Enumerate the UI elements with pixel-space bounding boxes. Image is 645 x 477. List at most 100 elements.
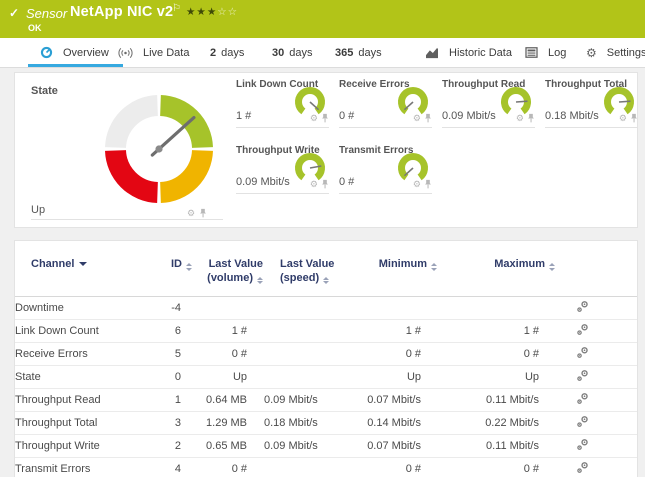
tab-log[interactable]: Log bbox=[525, 38, 566, 67]
maximum-cell: 0 # bbox=[423, 348, 541, 360]
last-value-volume-cell: 0 # bbox=[189, 348, 249, 360]
table-row: Receive Errors 5 0 # 0 # 0 # bbox=[15, 343, 637, 366]
tab-30-days[interactable]: 30 days bbox=[272, 38, 313, 67]
id-cell: 5 bbox=[155, 348, 189, 360]
gear-icon[interactable]: ⚙ bbox=[619, 114, 627, 123]
col-header-last-value-speed[interactable]: Last Value(speed) bbox=[265, 258, 335, 286]
id-cell: -4 bbox=[155, 302, 189, 314]
state-gauge bbox=[92, 83, 227, 205]
mini-gauge-value: 0 # bbox=[339, 110, 354, 122]
last-value-volume-cell: 0 # bbox=[189, 463, 249, 475]
star-empty[interactable]: ☆☆ bbox=[217, 6, 238, 18]
tab-2-days[interactable]: 2 days bbox=[210, 38, 244, 67]
channel-cell: Throughput Read bbox=[15, 394, 155, 406]
tab-bar: Overview Live Data 2 days 30 days 365 da… bbox=[0, 38, 645, 68]
tab-365-days[interactable]: 365 days bbox=[335, 38, 382, 67]
sort-caret-icon bbox=[79, 262, 87, 266]
tab-historic-data[interactable]: Historic Data bbox=[425, 38, 512, 67]
channel-cell: State bbox=[15, 371, 155, 383]
flag-icon[interactable]: ⚐ bbox=[172, 3, 181, 14]
sensor-name: NetApp NIC v2 bbox=[70, 4, 173, 20]
state-gauge-segment-gray bbox=[116, 106, 158, 148]
state-gauge-value: Up bbox=[31, 204, 45, 216]
channel-settings-gears-icon[interactable] bbox=[576, 438, 589, 454]
state-gauge-segment-amber bbox=[161, 151, 203, 193]
id-cell: 2 bbox=[155, 440, 189, 452]
mini-gauge-link-down-count: Link Down Count 1 # ⚙ bbox=[236, 79, 329, 128]
gauges-panel: State Up ⚙ Link Down Count 1 # ⚙ Receive… bbox=[14, 72, 638, 228]
channel-settings-gears-icon[interactable] bbox=[576, 300, 589, 316]
minimum-cell: 0.14 Mbit/s bbox=[319, 417, 423, 429]
tab-settings[interactable]: ⚙ Settings bbox=[586, 38, 645, 67]
mini-gauge-transmit-errors: Transmit Errors 0 # ⚙ bbox=[339, 145, 432, 194]
table-header-row: Channel ID Last Value(volume) Last Value… bbox=[15, 241, 637, 297]
last-value-speed-cell: 0.18 Mbit/s bbox=[249, 417, 319, 429]
last-value-volume-cell: 1 # bbox=[189, 325, 249, 337]
minimum-cell: 0.07 Mbit/s bbox=[319, 394, 423, 406]
col-header-minimum[interactable]: Minimum bbox=[335, 258, 439, 272]
channel-settings-gears-icon[interactable] bbox=[576, 461, 589, 477]
mini-gauge-value: 0 # bbox=[339, 176, 354, 188]
last-value-speed-cell: 0.09 Mbit/s bbox=[249, 440, 319, 452]
sort-icon bbox=[186, 263, 192, 271]
table-row: Link Down Count 6 1 # 1 # 1 # bbox=[15, 320, 637, 343]
col-header-id[interactable]: ID bbox=[171, 258, 205, 272]
col-header-channel[interactable]: Channel bbox=[31, 258, 171, 272]
last-value-speed-cell: 0.09 Mbit/s bbox=[249, 394, 319, 406]
channel-settings-gears-icon[interactable] bbox=[576, 346, 589, 362]
channel-cell: Link Down Count bbox=[15, 325, 155, 337]
id-cell: 3 bbox=[155, 417, 189, 429]
table-row: Downtime -4 bbox=[15, 297, 637, 320]
sort-icon bbox=[257, 277, 263, 285]
status-badge: OK bbox=[28, 23, 42, 33]
divider bbox=[31, 219, 223, 220]
gear-icon[interactable]: ⚙ bbox=[516, 114, 524, 123]
pin-icon[interactable] bbox=[321, 113, 329, 123]
channel-cell: Throughput Total bbox=[15, 417, 155, 429]
channel-settings-gears-icon[interactable] bbox=[576, 369, 589, 385]
table-row: State 0 Up Up Up bbox=[15, 366, 637, 389]
channel-settings-gears-icon[interactable] bbox=[576, 323, 589, 339]
state-gauge-title: State bbox=[31, 85, 58, 97]
pin-icon[interactable] bbox=[321, 179, 329, 189]
channel-cell: Downtime bbox=[15, 302, 155, 314]
mini-gauge-value: 0.18 Mbit/s bbox=[545, 110, 599, 122]
last-value-volume-cell: 1.29 MB bbox=[189, 417, 249, 429]
broadcast-icon bbox=[118, 47, 133, 59]
pin-icon[interactable] bbox=[424, 179, 432, 189]
gear-icon[interactable]: ⚙ bbox=[310, 114, 318, 123]
star-filled[interactable]: ★★★ bbox=[186, 6, 217, 18]
pin-icon[interactable] bbox=[527, 113, 535, 123]
mini-gauge-value: 1 # bbox=[236, 110, 251, 122]
gear-icon[interactable]: ⚙ bbox=[413, 114, 421, 123]
channel-settings-gears-icon[interactable] bbox=[576, 415, 589, 431]
col-header-last-value-volume[interactable]: Last Value(volume) bbox=[205, 258, 265, 286]
priority-stars[interactable]: ★★★☆☆ bbox=[186, 6, 238, 18]
gear-icon[interactable]: ⚙ bbox=[310, 180, 318, 189]
chart-icon bbox=[425, 47, 439, 59]
minimum-cell: 0 # bbox=[319, 463, 423, 475]
channel-settings-gears-icon[interactable] bbox=[576, 392, 589, 408]
maximum-cell: Up bbox=[423, 371, 541, 383]
mini-gauge-value: 0.09 Mbit/s bbox=[236, 176, 290, 188]
mini-gauge-throughput-total: Throughput Total 0.18 Mbit/s ⚙ bbox=[545, 79, 638, 128]
last-value-volume-cell: 0.64 MB bbox=[189, 394, 249, 406]
mini-gauge-value: 0.09 Mbit/s bbox=[442, 110, 496, 122]
gear-icon[interactable]: ⚙ bbox=[187, 209, 195, 218]
gear-icon[interactable]: ⚙ bbox=[413, 180, 421, 189]
pin-icon[interactable] bbox=[199, 208, 207, 218]
sort-icon bbox=[549, 263, 555, 271]
sort-icon bbox=[323, 277, 329, 285]
pin-icon[interactable] bbox=[630, 113, 638, 123]
col-header-maximum[interactable]: Maximum bbox=[439, 258, 557, 272]
table-row: Throughput Total 3 1.29 MB 0.18 Mbit/s 0… bbox=[15, 412, 637, 435]
tab-overview[interactable]: Overview bbox=[40, 38, 109, 67]
last-value-volume-cell: 0.65 MB bbox=[189, 440, 249, 452]
sensor-titlebar: ✓ Sensor NetApp NIC v2 ⚐ ★★★☆☆ OK bbox=[0, 0, 645, 38]
channel-cell: Transmit Errors bbox=[15, 463, 155, 475]
tab-live-data[interactable]: Live Data bbox=[118, 38, 189, 67]
maximum-cell: 1 # bbox=[423, 325, 541, 337]
table-row: Throughput Read 1 0.64 MB 0.09 Mbit/s 0.… bbox=[15, 389, 637, 412]
active-tab-underline bbox=[28, 64, 123, 67]
pin-icon[interactable] bbox=[424, 113, 432, 123]
